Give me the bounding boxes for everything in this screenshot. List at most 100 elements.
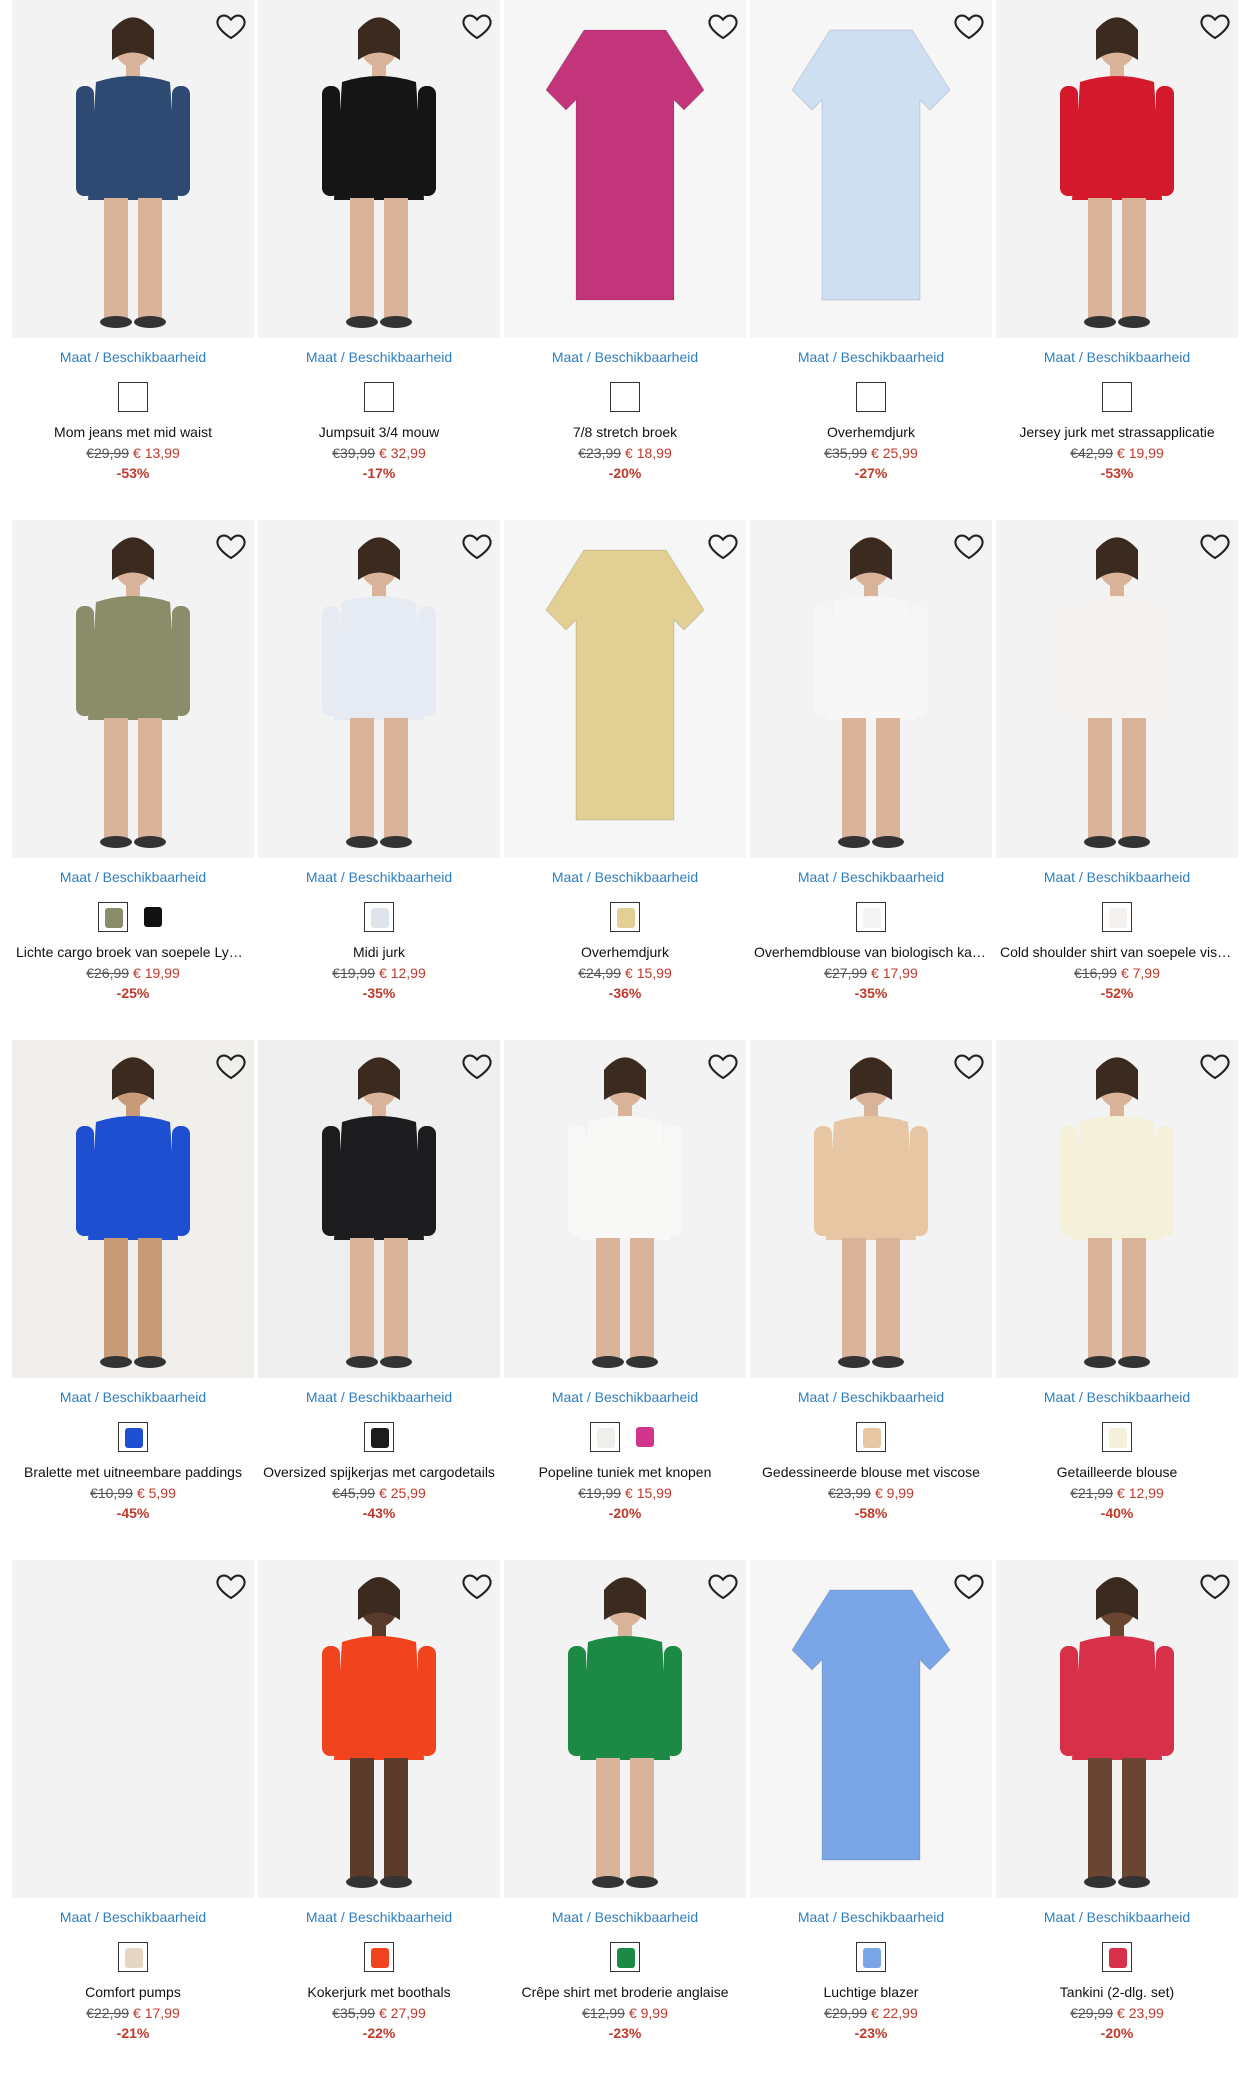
product-image[interactable] [996, 520, 1238, 858]
product-name[interactable]: Luchtige blazer [750, 1984, 992, 2000]
product-image[interactable] [258, 0, 500, 338]
size-availability-link[interactable]: Maat / Beschikbaarheid [996, 1909, 1238, 1925]
product-name[interactable]: Mom jeans met mid waist [12, 424, 254, 440]
heart-icon[interactable] [952, 530, 986, 562]
size-availability-link[interactable]: Maat / Beschikbaarheid [504, 1909, 746, 1925]
color-swatch[interactable] [610, 902, 640, 932]
heart-icon[interactable] [952, 1570, 986, 1602]
heart-icon[interactable] [952, 10, 986, 42]
product-name[interactable]: Tankini (2-dlg. set) [996, 1984, 1238, 2000]
heart-icon[interactable] [214, 10, 248, 42]
color-swatch[interactable] [610, 1942, 640, 1972]
size-availability-link[interactable]: Maat / Beschikbaarheid [258, 1909, 500, 1925]
color-swatch[interactable] [118, 1942, 148, 1972]
product-card[interactable]: Maat / Beschikbaarheid Tankini (2-dlg. se… [996, 1560, 1242, 2080]
product-name[interactable]: Comfort pumps [12, 1984, 254, 2000]
heart-icon[interactable] [1198, 1050, 1232, 1082]
product-card[interactable]: Maat / Beschikbaarheid Getailleerde blous… [996, 1040, 1242, 1560]
color-swatch[interactable] [1102, 382, 1132, 412]
heart-icon[interactable] [214, 1050, 248, 1082]
product-name[interactable]: Oversized spijkerjas met cargodetails [258, 1464, 500, 1480]
product-image[interactable] [258, 1040, 500, 1378]
product-image[interactable] [750, 0, 992, 338]
color-swatch[interactable] [364, 902, 394, 932]
color-swatch[interactable] [364, 382, 394, 412]
color-swatch[interactable] [856, 382, 886, 412]
product-image[interactable] [504, 1560, 746, 1898]
product-card[interactable]: Maat / Beschikbaarheid Comfort pumps €22,9… [12, 1560, 258, 2080]
product-image[interactable] [12, 1040, 254, 1378]
product-card[interactable]: Maat / Beschikbaarheid Overhemdjurk €35,99… [750, 0, 996, 520]
heart-icon[interactable] [460, 10, 494, 42]
product-name[interactable]: 7/8 stretch broek [504, 424, 746, 440]
size-availability-link[interactable]: Maat / Beschikbaarheid [12, 869, 254, 885]
product-name[interactable]: Overhemdjurk [504, 944, 746, 960]
product-image[interactable] [504, 1040, 746, 1378]
size-availability-link[interactable]: Maat / Beschikbaarheid [504, 869, 746, 885]
product-image[interactable] [12, 520, 254, 858]
product-name[interactable]: Crêpe shirt met broderie anglaise [504, 1984, 746, 2000]
product-card[interactable]: Maat / Beschikbaarheid Luchtige blazer €29… [750, 1560, 996, 2080]
product-card[interactable]: Maat / Beschikbaarheid Popeline tuniek me… [504, 1040, 750, 1560]
color-swatch[interactable] [610, 382, 640, 412]
size-availability-link[interactable]: Maat / Beschikbaarheid [12, 1909, 254, 1925]
product-name[interactable]: Lichte cargo broek van soepele Lyo… [12, 944, 254, 960]
heart-icon[interactable] [706, 10, 740, 42]
color-swatch[interactable] [364, 1422, 394, 1452]
color-swatch[interactable] [138, 902, 168, 932]
product-name[interactable]: Overhemdblouse van biologisch kat… [750, 944, 992, 960]
heart-icon[interactable] [1198, 10, 1232, 42]
product-card[interactable]: Maat / Beschikbaarheid Kokerjurk met boot… [258, 1560, 504, 2080]
size-availability-link[interactable]: Maat / Beschikbaarheid [750, 1389, 992, 1405]
product-image[interactable] [750, 520, 992, 858]
size-availability-link[interactable]: Maat / Beschikbaarheid [258, 349, 500, 365]
product-card[interactable]: Maat / Beschikbaarheid Oversized spijkerj… [258, 1040, 504, 1560]
product-image[interactable] [996, 1560, 1238, 1898]
color-swatch[interactable] [630, 1422, 660, 1452]
color-swatch[interactable] [856, 902, 886, 932]
color-swatch[interactable] [1102, 902, 1132, 932]
heart-icon[interactable] [1198, 1570, 1232, 1602]
heart-icon[interactable] [214, 1570, 248, 1602]
product-name[interactable]: Midi jurk [258, 944, 500, 960]
size-availability-link[interactable]: Maat / Beschikbaarheid [996, 1389, 1238, 1405]
heart-icon[interactable] [706, 1570, 740, 1602]
size-availability-link[interactable]: Maat / Beschikbaarheid [258, 1389, 500, 1405]
size-availability-link[interactable]: Maat / Beschikbaarheid [750, 1909, 992, 1925]
product-name[interactable]: Getailleerde blouse [996, 1464, 1238, 1480]
heart-icon[interactable] [1198, 530, 1232, 562]
size-availability-link[interactable]: Maat / Beschikbaarheid [996, 349, 1238, 365]
size-availability-link[interactable]: Maat / Beschikbaarheid [996, 869, 1238, 885]
product-name[interactable]: Jumpsuit 3/4 mouw [258, 424, 500, 440]
size-availability-link[interactable]: Maat / Beschikbaarheid [12, 1389, 254, 1405]
product-card[interactable]: Maat / Beschikbaarheid Midi jurk €19,99 € 1… [258, 520, 504, 1040]
product-name[interactable]: Jersey jurk met strassapplicatie [996, 424, 1238, 440]
product-name[interactable]: Kokerjurk met boothals [258, 1984, 500, 2000]
size-availability-link[interactable]: Maat / Beschikbaarheid [750, 349, 992, 365]
color-swatch[interactable] [590, 1422, 620, 1452]
product-name[interactable]: Gedessineerde blouse met viscose [750, 1464, 992, 1480]
product-name[interactable]: Bralette met uitneembare paddings [12, 1464, 254, 1480]
size-availability-link[interactable]: Maat / Beschikbaarheid [504, 349, 746, 365]
product-card[interactable]: Maat / Beschikbaarheid Overhemdblouse van… [750, 520, 996, 1040]
color-swatch[interactable] [1102, 1422, 1132, 1452]
color-swatch[interactable] [98, 902, 128, 932]
color-swatch[interactable] [118, 1422, 148, 1452]
product-image[interactable] [258, 1560, 500, 1898]
product-image[interactable] [750, 1040, 992, 1378]
product-image[interactable] [504, 520, 746, 858]
color-swatch[interactable] [856, 1942, 886, 1972]
color-swatch[interactable] [118, 382, 148, 412]
product-card[interactable]: Maat / Beschikbaarheid Gedessineerde blou… [750, 1040, 996, 1560]
size-availability-link[interactable]: Maat / Beschikbaarheid [750, 869, 992, 885]
size-availability-link[interactable]: Maat / Beschikbaarheid [504, 1389, 746, 1405]
product-card[interactable]: Maat / Beschikbaarheid 7/8 stretch broek €… [504, 0, 750, 520]
product-card[interactable]: Maat / Beschikbaarheid Lichte cargo broek… [12, 520, 258, 1040]
product-card[interactable]: Maat / Beschikbaarheid Mom jeans met mid … [12, 0, 258, 520]
heart-icon[interactable] [460, 530, 494, 562]
product-name[interactable]: Cold shoulder shirt van soepele visc… [996, 944, 1238, 960]
product-image[interactable] [12, 1560, 254, 1898]
heart-icon[interactable] [706, 530, 740, 562]
product-image[interactable] [12, 0, 254, 338]
product-image[interactable] [258, 520, 500, 858]
